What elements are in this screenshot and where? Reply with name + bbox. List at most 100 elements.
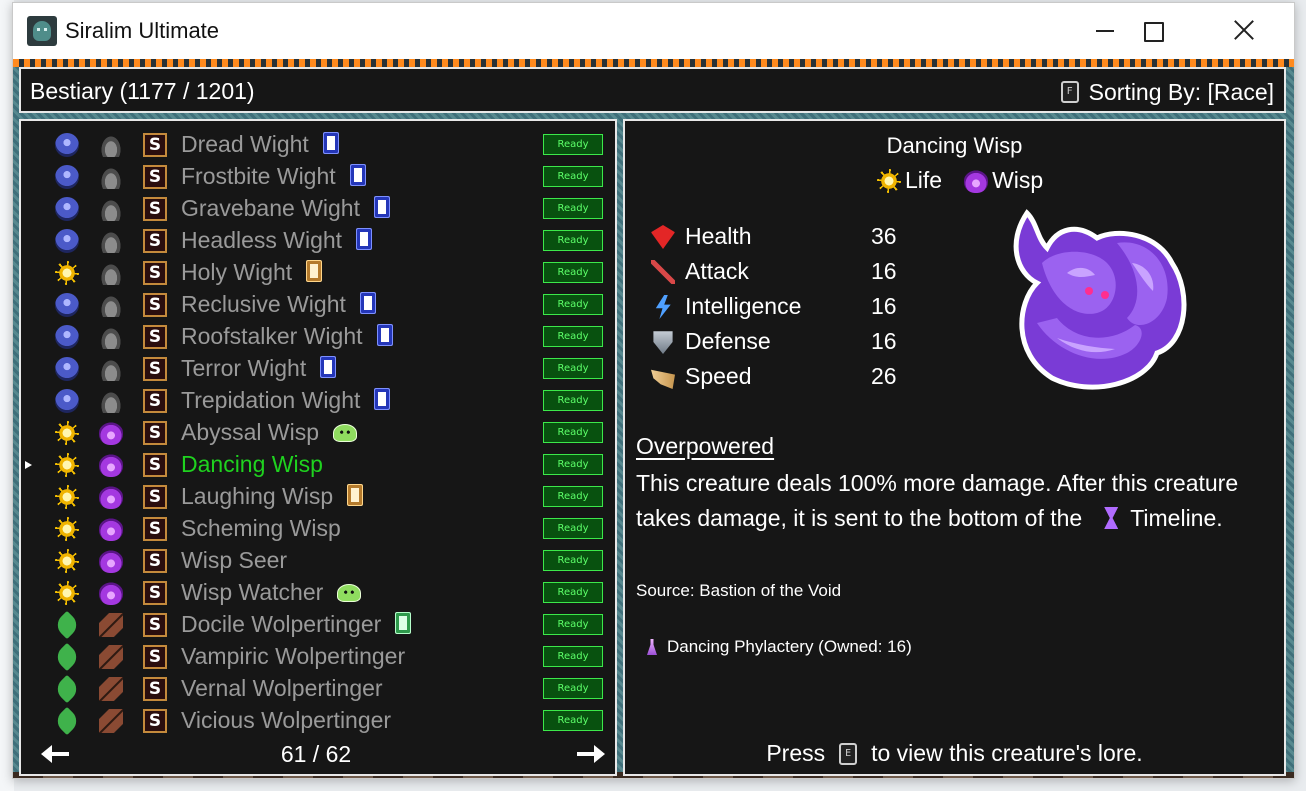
life-icon bbox=[55, 517, 79, 541]
creature-row[interactable]: S Frostbite Wight Ready bbox=[21, 161, 611, 193]
creature-row[interactable]: S Vernal Wolpertinger Ready bbox=[21, 673, 611, 705]
ready-badge: Ready bbox=[543, 262, 603, 283]
creature-name: Dancing Wisp bbox=[181, 451, 323, 477]
creature-name: Scheming Wisp bbox=[181, 515, 341, 541]
creature-row[interactable]: S Abyssal Wisp Ready bbox=[21, 417, 611, 449]
creature-row[interactable]: S Scheming Wisp Ready bbox=[21, 513, 611, 545]
game-canvas: Bestiary (1177 / 1201) F Sorting By: [Ra… bbox=[13, 59, 1294, 778]
stat-value: 16 bbox=[871, 328, 897, 354]
wolpertinger-icon bbox=[99, 645, 123, 669]
stat-label: Defense bbox=[685, 328, 771, 354]
creature-row[interactable]: S Dancing Wisp Ready bbox=[21, 449, 611, 481]
creature-name: Holy Wight bbox=[181, 259, 323, 286]
ready-badge: Ready bbox=[543, 614, 603, 635]
creature-name: Abyssal Wisp bbox=[181, 419, 358, 446]
ready-badge: Ready bbox=[543, 486, 603, 507]
lore-rest-text: to view this creature's lore. bbox=[871, 740, 1143, 766]
wight-icon bbox=[99, 293, 123, 317]
sigil-icon: S bbox=[143, 677, 167, 701]
card-icon bbox=[349, 164, 366, 186]
creature-name: Reclusive Wight bbox=[181, 291, 376, 318]
stat-value: 26 bbox=[871, 363, 897, 389]
spirit-icon bbox=[55, 133, 79, 157]
card-icon bbox=[374, 388, 391, 410]
creature-row[interactable]: S Dread Wight Ready bbox=[21, 129, 611, 161]
life-icon bbox=[55, 453, 79, 477]
creature-row[interactable]: S Laughing Wisp Ready bbox=[21, 481, 611, 513]
stat-row: Defense 16 bbox=[649, 326, 909, 358]
sigil-icon: S bbox=[143, 357, 167, 381]
creature-row[interactable]: S Headless Wight Ready bbox=[21, 225, 611, 257]
trait-description-end: Timeline. bbox=[1130, 505, 1223, 531]
previous-page-arrow-icon[interactable] bbox=[41, 743, 73, 765]
stat-value: 36 bbox=[871, 223, 897, 249]
sword-icon bbox=[651, 260, 675, 284]
wisp-icon bbox=[99, 581, 123, 605]
creature-row[interactable]: S Holy Wight Ready bbox=[21, 257, 611, 289]
creature-list-panel: S Dread Wight Ready S Frostbite Wight Ready S G… bbox=[19, 119, 617, 776]
spirit-icon bbox=[55, 229, 79, 253]
next-page-arrow-icon[interactable] bbox=[573, 743, 605, 765]
e-key-icon[interactable]: E bbox=[839, 742, 858, 765]
creature-race: Life bbox=[905, 167, 943, 193]
maximize-button[interactable] bbox=[1130, 3, 1176, 59]
creature-row[interactable]: S Gravebane Wight Ready bbox=[21, 193, 611, 225]
sort-control[interactable]: F Sorting By: [Race] bbox=[1060, 77, 1274, 107]
card-icon bbox=[320, 356, 337, 378]
wisp-icon bbox=[99, 421, 123, 445]
creature-detail-panel: Dancing Wisp Life Wisp Health 36 Attack 16 I… bbox=[623, 119, 1286, 776]
app-window: Siralim Ultimate Bestiary (1177 / 1201) … bbox=[12, 2, 1295, 779]
sigil-icon: S bbox=[143, 645, 167, 669]
lore-press-text: Press bbox=[766, 740, 826, 766]
sigil-icon: S bbox=[143, 613, 167, 637]
creature-row[interactable]: S Terror Wight Ready bbox=[21, 353, 611, 385]
creature-row[interactable]: S Wisp Watcher Ready bbox=[21, 577, 611, 609]
creature-name: Dancing Wisp bbox=[886, 133, 1023, 158]
lore-hint: Press E to view this creature's lore. bbox=[625, 740, 1284, 767]
stat-row: Attack 16 bbox=[649, 256, 909, 288]
life-icon bbox=[55, 421, 79, 445]
ready-badge: Ready bbox=[543, 550, 603, 571]
creature-name: Docile Wolpertinger bbox=[181, 611, 412, 638]
creature-name: Wisp Seer bbox=[181, 547, 288, 573]
creature-row[interactable]: S Reclusive Wight Ready bbox=[21, 289, 611, 321]
card-icon bbox=[373, 196, 390, 218]
card-icon bbox=[376, 324, 393, 346]
creature-row[interactable]: S Trepidation Wight Ready bbox=[21, 385, 611, 417]
close-button[interactable] bbox=[1221, 3, 1267, 59]
ready-badge: Ready bbox=[543, 166, 603, 187]
creature-row[interactable]: S Vampiric Wolpertinger Ready bbox=[21, 641, 611, 673]
sigil-icon: S bbox=[143, 325, 167, 349]
material-row: Dancing Phylactery (Owned: 16) bbox=[647, 637, 912, 657]
wisp-icon bbox=[99, 549, 123, 573]
ready-badge: Ready bbox=[543, 294, 603, 315]
card-icon bbox=[306, 260, 323, 282]
creature-name: Roofstalker Wight bbox=[181, 323, 393, 350]
wolpertinger-icon bbox=[99, 677, 123, 701]
creature-name: Trepidation Wight bbox=[181, 387, 391, 414]
card-icon bbox=[359, 292, 376, 314]
stat-label: Intelligence bbox=[685, 293, 802, 319]
title-bar[interactable]: Siralim Ultimate bbox=[13, 3, 1294, 59]
nature-icon bbox=[52, 674, 82, 704]
material-text: Dancing Phylactery (Owned: 16) bbox=[667, 637, 912, 656]
creature-name: Gravebane Wight bbox=[181, 195, 390, 222]
sigil-icon: S bbox=[143, 549, 167, 573]
stat-label: Attack bbox=[685, 258, 749, 284]
heart-icon bbox=[651, 225, 675, 249]
sigil-icon: S bbox=[143, 581, 167, 605]
creature-row[interactable]: S Wisp Seer Ready bbox=[21, 545, 611, 577]
wight-icon bbox=[99, 197, 123, 221]
creature-row[interactable]: S Vicious Wolpertinger Ready bbox=[21, 705, 611, 737]
creature-row[interactable]: S Roofstalker Wight Ready bbox=[21, 321, 611, 353]
sigil-icon: S bbox=[143, 133, 167, 157]
life-icon bbox=[55, 549, 79, 573]
shield-icon bbox=[653, 331, 673, 354]
creature-row[interactable]: S Docile Wolpertinger Ready bbox=[21, 609, 611, 641]
sigil-icon: S bbox=[143, 229, 167, 253]
spirit-icon bbox=[55, 325, 79, 349]
sigil-icon: S bbox=[143, 261, 167, 285]
minimize-button[interactable] bbox=[1082, 3, 1128, 59]
sigil-icon: S bbox=[143, 453, 167, 477]
ready-badge: Ready bbox=[543, 582, 603, 603]
